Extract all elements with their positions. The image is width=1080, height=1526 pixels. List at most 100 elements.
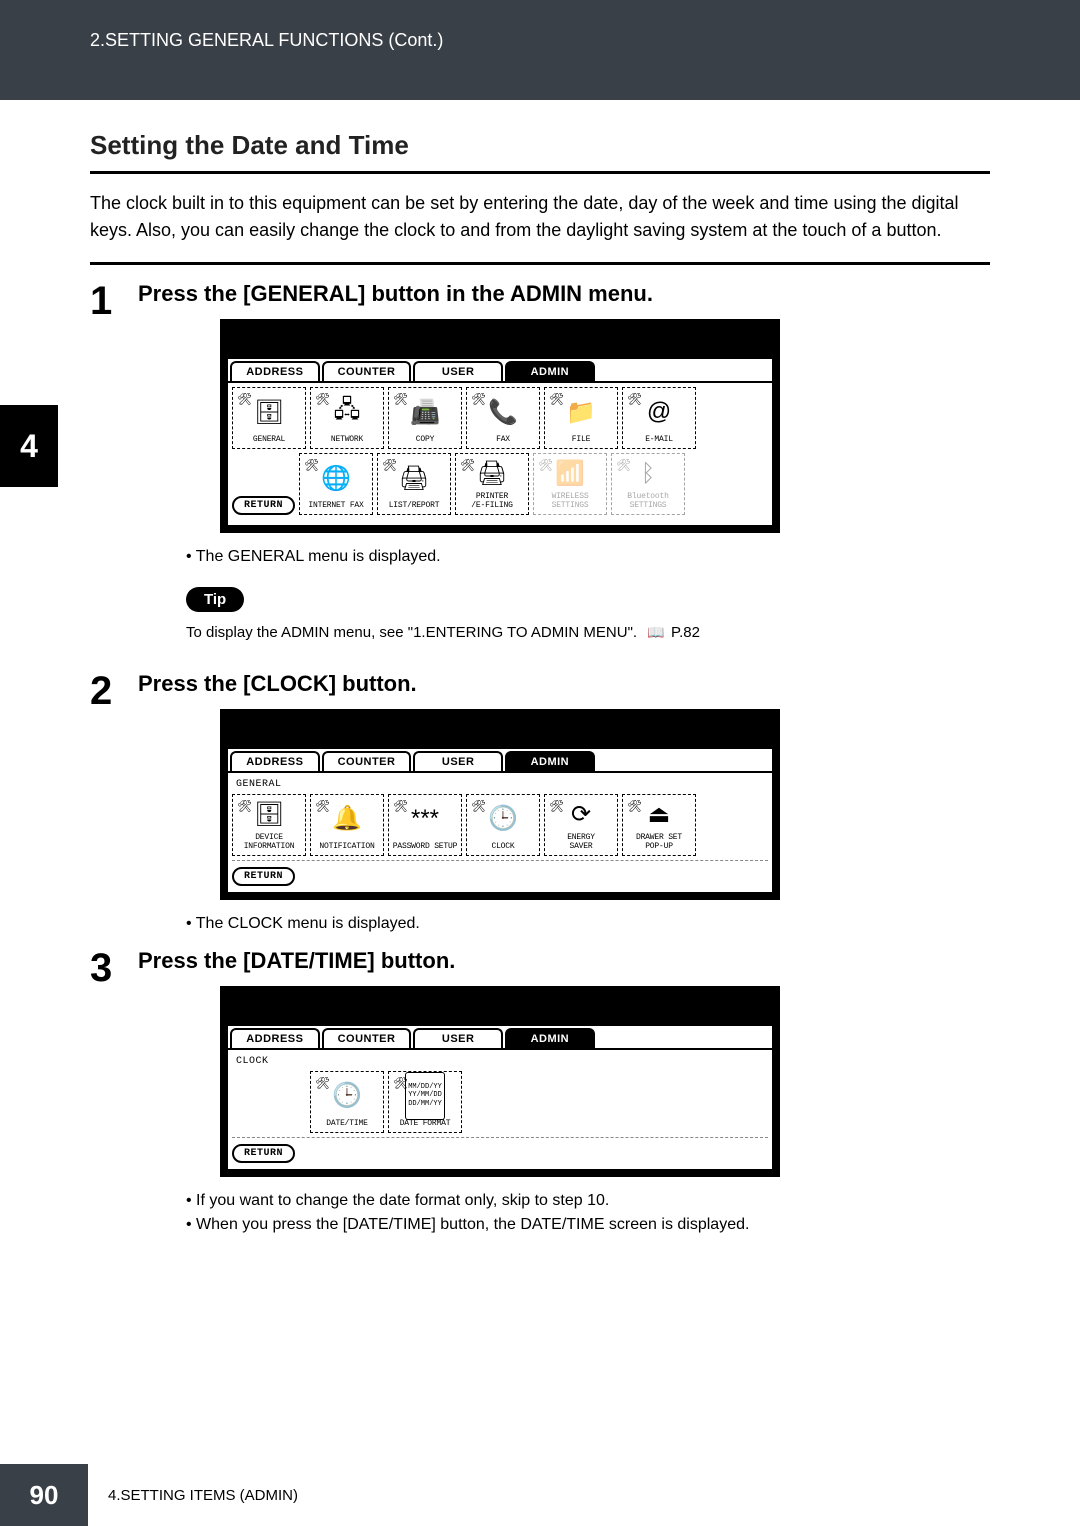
wrench-icon: 🛠 — [538, 458, 553, 472]
wrench-icon: 🛠 — [315, 799, 330, 813]
footer-text: 4.SETTING ITEMS (ADMIN) — [108, 1487, 298, 1504]
tip-page-ref: P.82 — [671, 624, 700, 641]
menu-icon: 📶 — [555, 454, 585, 493]
tip-badge: Tip — [186, 587, 244, 612]
tab-address[interactable]: ADDRESS — [230, 751, 320, 771]
intro-text: The clock built in to this equipment can… — [90, 190, 990, 244]
menu-button-bluetooth-settings[interactable]: 🛠ᛒBluetooth SETTINGS — [611, 453, 685, 515]
menu-button-internet-fax[interactable]: 🛠🌐INTERNET FAX — [299, 453, 373, 515]
menu-button-password-setup[interactable]: 🛠***PASSWORD SETUP — [388, 794, 462, 856]
tab-row: ADDRESS COUNTER USER ADMIN — [228, 1026, 772, 1048]
return-button[interactable]: RETURN — [232, 867, 295, 886]
menu-label: Bluetooth SETTINGS — [627, 493, 668, 511]
menu-button-date-time[interactable]: 🛠🕒DATE/TIME — [310, 1071, 384, 1133]
menu-label: DATE FORMAT — [400, 1120, 451, 1129]
divider — [90, 171, 990, 174]
return-button[interactable]: RETURN — [232, 496, 295, 515]
menu-icon: MM/DD/YY YY/MM/DD DD/MM/YY — [405, 1072, 445, 1120]
wrench-icon: 🛠 — [393, 1076, 408, 1090]
admin-row-1: 🛠🗄GENERAL🛠🖧NETWORK🛠📠COPY🛠📞FAX🛠📁FILE🛠@E-M… — [232, 387, 768, 449]
step-title: Press the [GENERAL] button in the ADMIN … — [138, 281, 990, 307]
menu-label: WIRELESS SETTINGS — [552, 493, 589, 511]
clock-screen: ADDRESS COUNTER USER ADMIN CLOCK 🛠🕒DATE/… — [220, 986, 780, 1177]
menu-label: GENERAL — [253, 436, 285, 445]
row-pad — [232, 1071, 306, 1133]
menu-label: E-MAIL — [645, 436, 673, 445]
step-3: 3 Press the [DATE/TIME] button. ADDRESS … — [90, 948, 990, 1237]
tab-address[interactable]: ADDRESS — [230, 1028, 320, 1048]
tab-spacer — [684, 361, 770, 381]
section-title: Setting the Date and Time — [90, 130, 990, 161]
tab-counter[interactable]: COUNTER — [322, 361, 412, 381]
wrench-icon: 🛠 — [237, 392, 252, 406]
wrench-icon: 🛠 — [460, 458, 475, 472]
step-number: 2 — [90, 671, 138, 711]
tab-admin[interactable]: ADMIN — [505, 751, 595, 771]
wrench-icon: 🛠 — [549, 799, 564, 813]
page-content: Setting the Date and Time The clock buil… — [0, 130, 1080, 1237]
menu-button-device-information[interactable]: 🛠🗄DEVICE INFORMATION — [232, 794, 306, 856]
menu-button-notification[interactable]: 🛠🔔NOTIFICATION — [310, 794, 384, 856]
general-screen: ADDRESS COUNTER USER ADMIN GENERAL 🛠🗄DEV… — [220, 709, 780, 900]
menu-button-clock[interactable]: 🛠🕒CLOCK — [466, 794, 540, 856]
wrench-icon: 🛠 — [237, 799, 252, 813]
menu-icon: 📞 — [488, 388, 518, 436]
tab-user[interactable]: USER — [413, 361, 503, 381]
wrench-icon: 🛠 — [627, 392, 642, 406]
menu-icon: 🖨 — [399, 454, 429, 502]
menu-button-general[interactable]: 🛠🗄GENERAL — [232, 387, 306, 449]
menu-label: PRINTER /E-FILING — [471, 493, 512, 511]
menu-icon: 📠 — [410, 388, 440, 436]
menu-icon: *** — [411, 795, 439, 843]
tab-row: ADDRESS COUNTER USER ADMIN — [228, 359, 772, 381]
tab-counter[interactable]: COUNTER — [322, 1028, 412, 1048]
menu-button-list-report[interactable]: 🛠🖨LIST/REPORT — [377, 453, 451, 515]
tab-user[interactable]: USER — [413, 751, 503, 771]
menu-label: PASSWORD SETUP — [393, 843, 457, 852]
menu-label: NOTIFICATION — [319, 843, 374, 852]
menu-label: CLOCK — [491, 843, 514, 852]
wrench-icon: 🛠 — [393, 392, 408, 406]
menu-button-wireless-settings[interactable]: 🛠📶WIRELESS SETTINGS — [533, 453, 607, 515]
admin-screen: ADDRESS COUNTER USER ADMIN 🛠🗄GENERAL🛠🖧NE… — [220, 319, 780, 533]
menu-label: FAX — [496, 436, 510, 445]
step-bullet: When you press the [DATE/TIME] button, t… — [186, 1213, 990, 1237]
step-number: 1 — [90, 281, 138, 321]
menu-button-drawer-set-pop-up[interactable]: 🛠⏏DRAWER SET POP-UP — [622, 794, 696, 856]
menu-icon: 🗄 — [254, 388, 284, 436]
divider — [90, 262, 990, 265]
menu-icon: ⟳ — [571, 795, 591, 834]
wrench-icon: 🛠 — [382, 458, 397, 472]
menu-button-date-format[interactable]: 🛠MM/DD/YY YY/MM/DD DD/MM/YYDATE FORMAT — [388, 1071, 462, 1133]
menu-icon: 🖧 — [334, 388, 361, 436]
chapter-tab: 4 — [0, 405, 58, 487]
breadcrumb: 2.SETTING GENERAL FUNCTIONS (Cont.) — [90, 30, 1080, 51]
return-button[interactable]: RETURN — [232, 1144, 295, 1163]
tab-admin[interactable]: ADMIN — [505, 361, 595, 381]
menu-label: DATE/TIME — [326, 1120, 367, 1129]
wrench-icon: 🛠 — [315, 392, 330, 406]
menu-label: COPY — [416, 436, 434, 445]
tab-spacer — [597, 1028, 683, 1048]
page-footer: 90 4.SETTING ITEMS (ADMIN) — [0, 1464, 1080, 1526]
panel-label: CLOCK — [232, 1054, 768, 1071]
tip-text: To display the ADMIN menu, see "1.ENTERI… — [186, 624, 637, 641]
tab-spacer — [684, 1028, 770, 1048]
menu-button-fax[interactable]: 🛠📞FAX — [466, 387, 540, 449]
menu-button-network[interactable]: 🛠🖧NETWORK — [310, 387, 384, 449]
tab-counter[interactable]: COUNTER — [322, 751, 412, 771]
panel-label: GENERAL — [232, 777, 768, 794]
menu-button-copy[interactable]: 🛠📠COPY — [388, 387, 462, 449]
menu-button-printer-e-filing[interactable]: 🛠🖨PRINTER /E-FILING — [455, 453, 529, 515]
tab-spacer — [597, 361, 683, 381]
step-bullet: The GENERAL menu is displayed. — [186, 545, 990, 569]
tab-address[interactable]: ADDRESS — [230, 361, 320, 381]
tab-admin[interactable]: ADMIN — [505, 1028, 595, 1048]
step-1: 1 Press the [GENERAL] button in the ADMI… — [90, 281, 990, 659]
tab-user[interactable]: USER — [413, 1028, 503, 1048]
menu-button-file[interactable]: 🛠📁FILE — [544, 387, 618, 449]
menu-icon: @ — [647, 388, 671, 436]
wrench-icon: 🛠 — [471, 799, 486, 813]
menu-button-energy-saver[interactable]: 🛠⟳ENERGY SAVER — [544, 794, 618, 856]
menu-button-e-mail[interactable]: 🛠 @E-MAIL — [622, 387, 696, 449]
